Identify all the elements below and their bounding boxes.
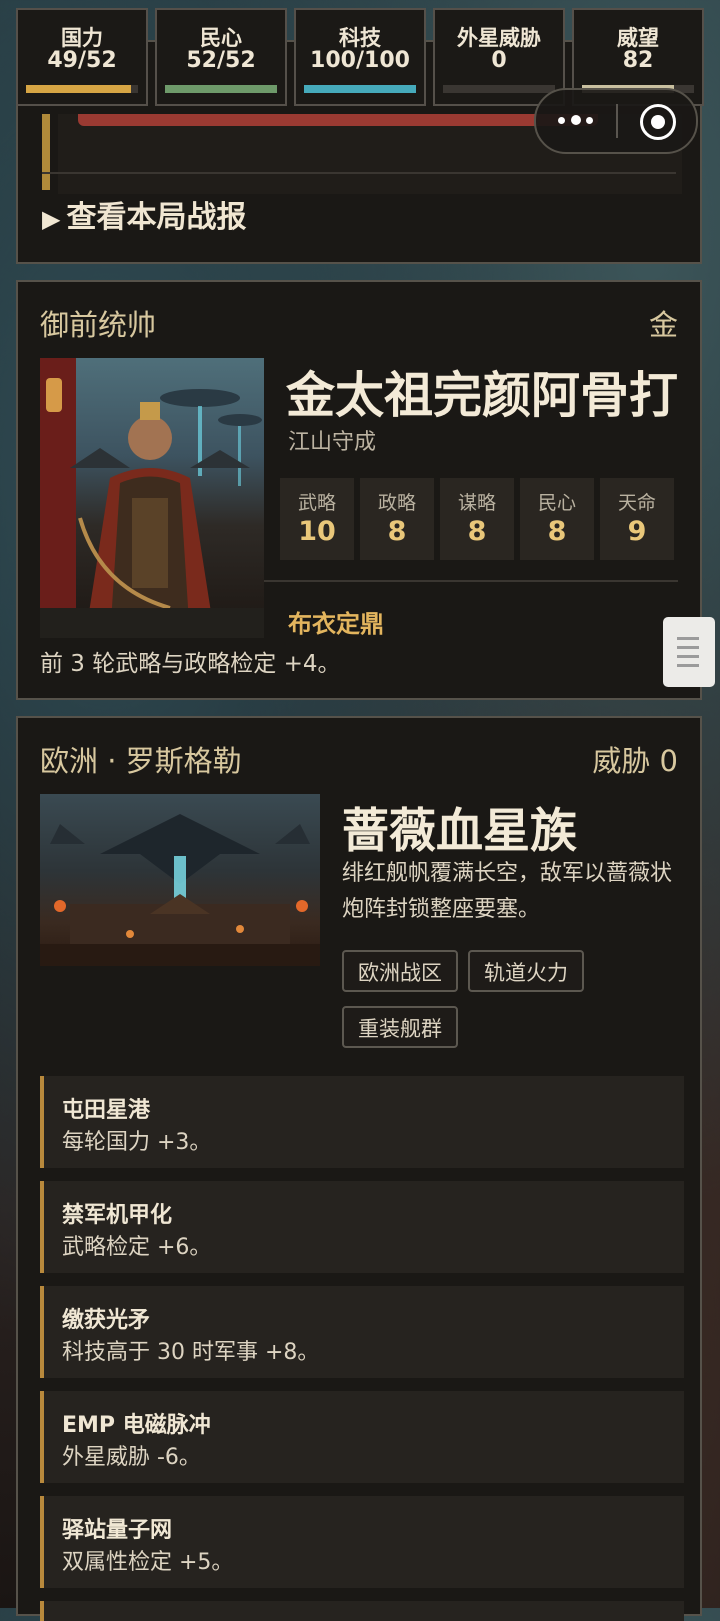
trait-title: 缴获光矛 <box>62 1308 151 1333</box>
tag-europe-theater: 欧洲战区 <box>342 950 458 992</box>
attribute-destiny: 天命 9 <box>600 478 674 560</box>
trait-item: 缴获光矛 科技高于 30 时军事 +8。 <box>40 1286 684 1378</box>
divider <box>42 172 676 174</box>
trait-title: 驿站量子网 <box>62 1518 173 1543</box>
trait-description: 外星威胁 -6。 <box>62 1445 201 1470</box>
trait-title: 禁军机甲化 <box>62 1203 173 1228</box>
attribute-label: 谋略 <box>457 492 496 514</box>
enemy-image <box>40 794 320 966</box>
stat-alien-threat: 外星威胁 0 <box>433 8 565 106</box>
enemy-name: 蔷薇血星族 <box>342 804 577 859</box>
commander-role: 御前统帅 <box>40 308 157 342</box>
attribute-value: 8 <box>387 516 407 547</box>
trait-item: EMP 电磁脉冲 外星威胁 -6。 <box>40 1391 684 1483</box>
link-label: 查看本局战报 <box>66 200 247 235</box>
divider <box>264 580 678 582</box>
enemy-card: 欧洲 · 罗斯格勒 威胁 0 蔷薇血星族 绯红舰帆覆满长空，敌军以蔷薇状炮阵封锁… <box>16 716 702 1621</box>
trait-title: 屯田星港 <box>62 1098 151 1123</box>
stat-value: 52/52 <box>186 48 256 73</box>
attribute-label: 政略 <box>377 492 416 514</box>
enemy-description: 绯红舰帆覆满长空，敌军以蔷薇状炮阵封锁整座要塞。 <box>342 861 673 922</box>
dynasty-badge: 金 <box>648 308 678 342</box>
scroll-handle[interactable] <box>663 617 715 687</box>
stat-track <box>443 85 555 93</box>
trait-title: EMP 电磁脉冲 <box>62 1413 211 1438</box>
skill-name: 布衣定鼎 <box>288 610 384 638</box>
capsule-divider <box>616 104 618 138</box>
commander-name: 金太祖完颜阿骨打 <box>286 367 679 424</box>
attribute-military: 武略 10 <box>280 478 354 560</box>
attribute-label: 民心 <box>537 492 576 514</box>
battle-progress-bar <box>78 114 598 126</box>
stat-track <box>165 85 277 93</box>
view-battle-report-link[interactable]: ▶ 查看本局战报 <box>42 192 246 236</box>
commander-card: 御前统帅 金 金太祖完颜阿骨打 江山守成 武略 10 政略 8 谋略 8 民心 … <box>16 280 702 700</box>
attribute-label: 武略 <box>297 492 336 514</box>
trait-item: 禁军机甲化 武略检定 +6。 <box>40 1181 684 1273</box>
attribute-label: 天命 <box>617 492 656 514</box>
stat-fill <box>26 85 132 93</box>
stat-value: 100/100 <box>310 48 410 73</box>
stat-track <box>304 85 416 93</box>
attribute-value: 9 <box>627 516 647 547</box>
accent-stripe <box>42 114 50 190</box>
attribute-value: 8 <box>547 516 567 547</box>
stat-fill <box>165 85 277 93</box>
trait-item: 屯田星港 每轮国力 +3。 <box>40 1076 684 1168</box>
stat-fill <box>304 85 416 93</box>
stat-value: 0 <box>491 48 507 73</box>
commander-subtitle: 江山守成 <box>288 430 377 455</box>
attribute-value: 8 <box>467 516 487 547</box>
trait-item-partial <box>40 1601 684 1621</box>
attribute-value: 10 <box>298 516 336 547</box>
skill-description: 前 3 轮武略与政略检定 +4。 <box>40 651 341 677</box>
more-icon[interactable] <box>558 110 608 130</box>
attribute-politics: 政略 8 <box>360 478 434 560</box>
tag-orbital-firepower: 轨道火力 <box>468 950 584 992</box>
stat-value: 82 <box>622 48 654 73</box>
stat-national-power: 国力 49/52 <box>16 8 148 106</box>
trait-description: 每轮国力 +3。 <box>62 1130 212 1155</box>
stat-track <box>26 85 138 93</box>
trait-description: 双属性检定 +5。 <box>62 1550 234 1575</box>
trait-description: 武略检定 +6。 <box>62 1235 212 1260</box>
stat-technology: 科技 100/100 <box>294 8 426 106</box>
trait-description: 科技高于 30 时军事 +8。 <box>62 1340 320 1365</box>
tag-heavy-fleet: 重装舰群 <box>342 1006 458 1048</box>
attribute-strategy: 谋略 8 <box>440 478 514 560</box>
stat-value: 49/52 <box>47 48 117 73</box>
commander-portrait <box>40 358 264 638</box>
enemy-region: 欧洲 · 罗斯格勒 <box>40 744 242 778</box>
triangle-right-icon: ▶ <box>42 205 61 233</box>
stat-popular-support: 民心 52/52 <box>155 8 287 106</box>
enemy-threat: 威胁 0 <box>592 744 678 778</box>
mini-program-capsule <box>534 88 698 154</box>
close-icon[interactable] <box>640 104 676 140</box>
attribute-popular-support: 民心 8 <box>520 478 594 560</box>
trait-item: 驿站量子网 双属性检定 +5。 <box>40 1496 684 1588</box>
